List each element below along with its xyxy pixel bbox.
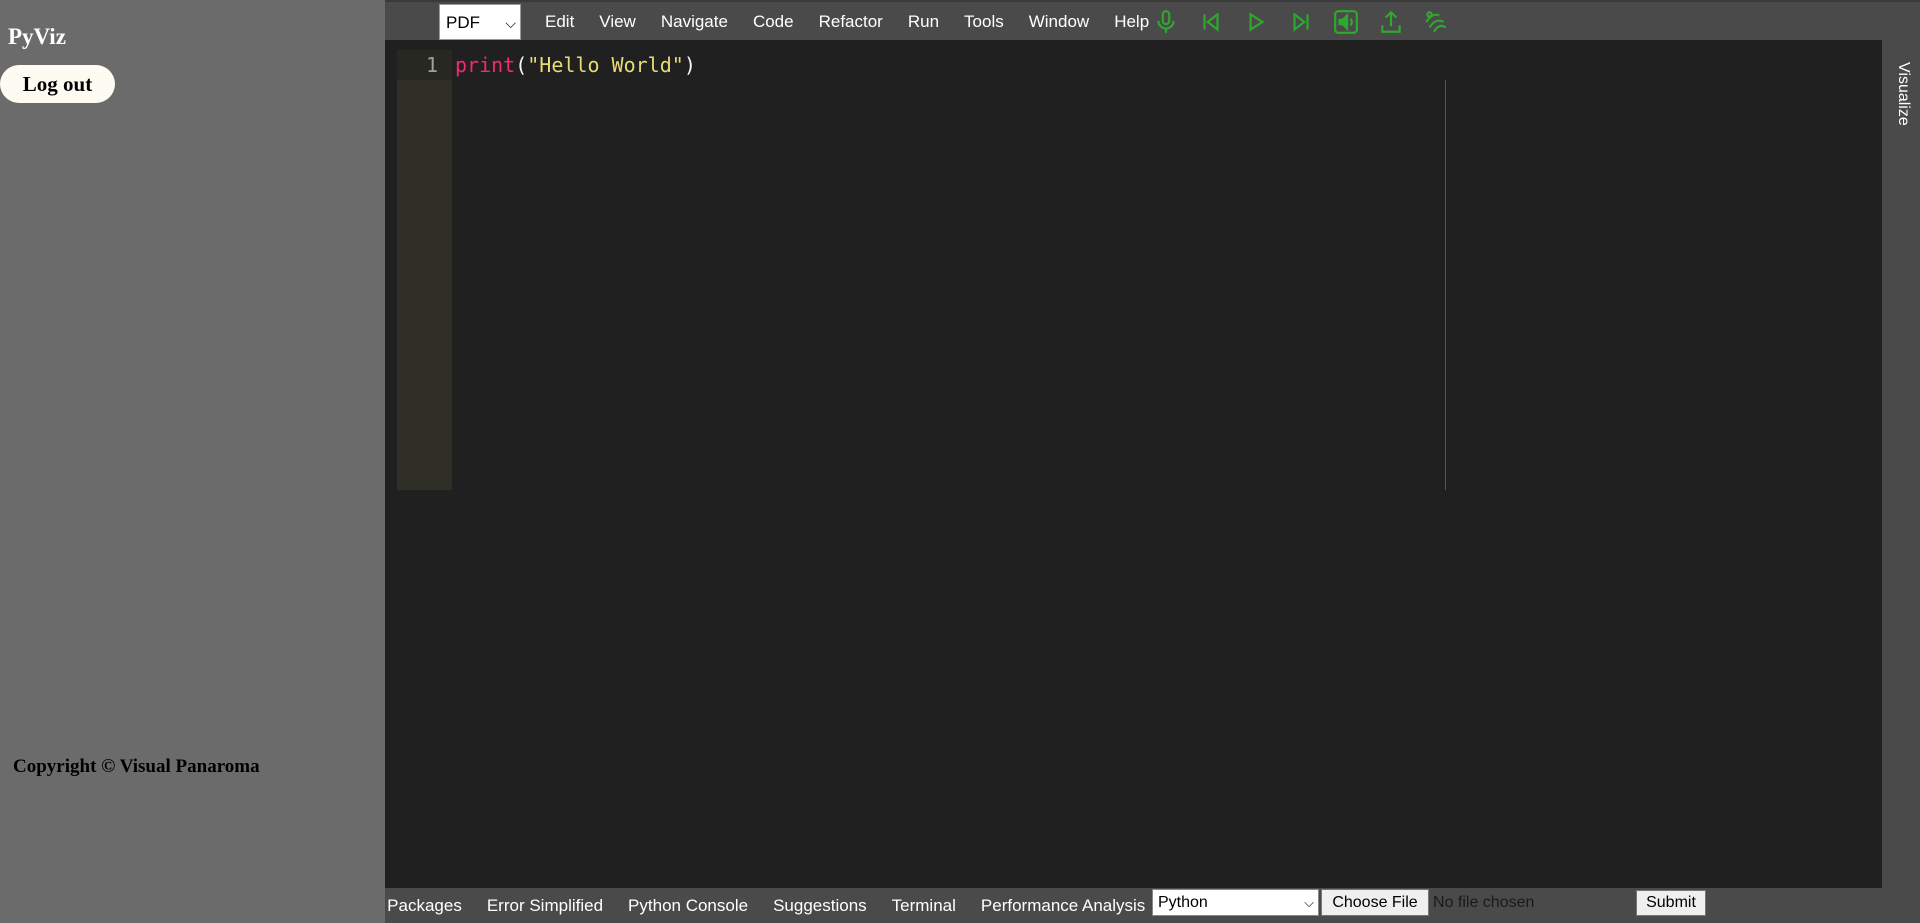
code-open-paren: (: [515, 53, 528, 77]
code-editor[interactable]: 1 print("Hello World"): [385, 40, 1882, 888]
tab-performance-analysis[interactable]: Performance Analysis: [981, 896, 1145, 916]
print-margin-line: [1445, 80, 1446, 490]
bottom-bar: n Packages Error Simplified Python Conso…: [385, 888, 1920, 923]
step-forward-icon[interactable]: [1286, 7, 1316, 37]
choose-file-button[interactable]: Choose File: [1321, 889, 1429, 916]
chevron-down-icon: ⌵: [1304, 895, 1314, 910]
tab-python-console[interactable]: Python Console: [628, 896, 748, 916]
tab-packages[interactable]: n Packages: [385, 896, 462, 916]
file-status-text: No file chosen: [1433, 894, 1535, 911]
language-select-value: Python: [1158, 894, 1208, 911]
tab-suggestions[interactable]: Suggestions: [773, 896, 867, 916]
visualize-tab-label: Visualize: [1895, 62, 1912, 126]
menu-navigate[interactable]: Navigate: [661, 12, 728, 32]
line-gutter: 1: [397, 50, 452, 490]
tab-terminal[interactable]: Terminal: [892, 896, 956, 916]
tab-error-simplified[interactable]: Error Simplified: [487, 896, 603, 916]
right-panel-strip: [1882, 40, 1920, 888]
export-format-select[interactable]: PDF ⌵: [439, 4, 521, 40]
active-line-gutter: 1: [397, 50, 452, 80]
menu-refactor[interactable]: Refactor: [819, 12, 883, 32]
upload-icon[interactable]: [1376, 7, 1406, 37]
main-menu: Edit View Navigate Code Refactor Run Too…: [545, 2, 1174, 42]
menu-edit[interactable]: Edit: [545, 12, 574, 32]
logout-button[interactable]: Log out: [0, 65, 115, 103]
code-function-token: print: [455, 53, 516, 77]
brand-title: PyViz: [8, 24, 66, 49]
language-select[interactable]: Python ⌵: [1152, 889, 1319, 916]
play-icon[interactable]: [1241, 7, 1271, 37]
visualize-tab[interactable]: Visualize: [1882, 62, 1920, 142]
toolbar-icons: [1151, 4, 1466, 40]
code-close-paren: ): [683, 53, 696, 77]
wave-hand-icon[interactable]: [1421, 7, 1451, 37]
code-string-token: "Hello World": [527, 53, 684, 77]
bottom-tabs: n Packages Error Simplified Python Conso…: [385, 888, 1170, 923]
menu-tools[interactable]: Tools: [964, 12, 1004, 32]
menu-view[interactable]: View: [599, 12, 636, 32]
menu-bar: PDF ⌵ Edit View Navigate Code Refactor R…: [385, 0, 1920, 40]
menu-help[interactable]: Help: [1114, 12, 1149, 32]
copyright-text: Copyright © Visual Panaroma: [13, 756, 260, 777]
sidebar: PyViz Log out Copyright © Visual Panarom…: [0, 0, 385, 923]
line-number: 1: [425, 53, 438, 77]
microphone-icon[interactable]: [1151, 7, 1181, 37]
export-format-value: PDF: [446, 13, 480, 32]
speaker-icon[interactable]: [1331, 7, 1361, 37]
step-back-icon[interactable]: [1196, 7, 1226, 37]
chevron-down-icon: ⌵: [505, 15, 516, 31]
code-line[interactable]: print("Hello World"): [455, 53, 696, 77]
menu-code[interactable]: Code: [753, 12, 794, 32]
menu-run[interactable]: Run: [908, 12, 939, 32]
submit-button[interactable]: Submit: [1636, 890, 1706, 916]
menu-window[interactable]: Window: [1029, 12, 1089, 32]
